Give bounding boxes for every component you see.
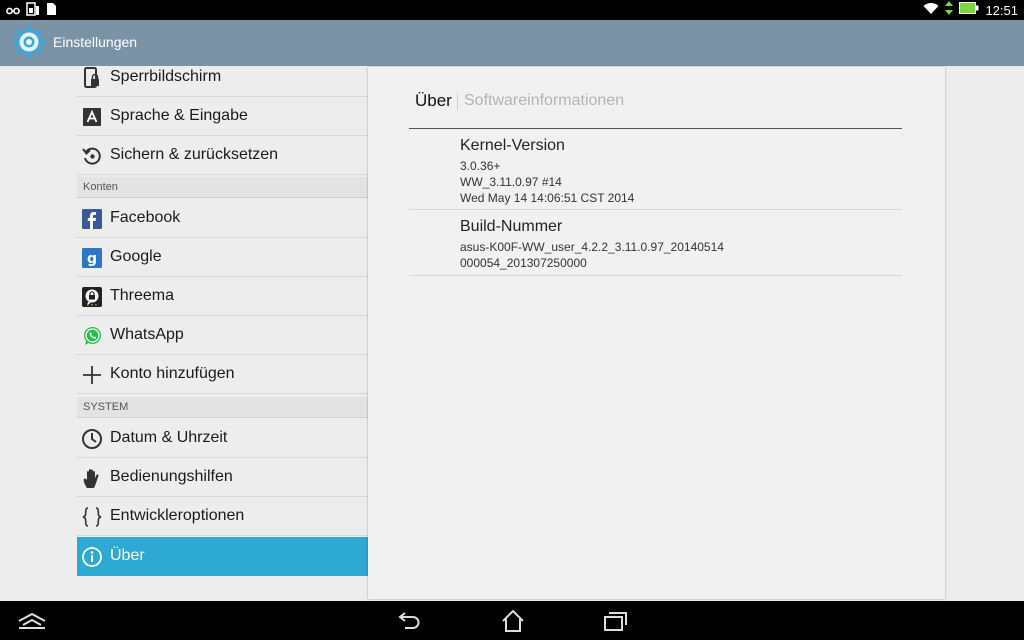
item-divider — [409, 275, 902, 276]
settings-item-threema[interactable]: Threema — [77, 277, 368, 316]
settings-item-about[interactable]: Über — [77, 537, 368, 576]
kernel-version-line: 3.0.36+ — [460, 159, 501, 173]
menu-up-icon[interactable] — [16, 607, 48, 635]
wifi-icon — [923, 2, 939, 19]
settings-item-label: Über — [110, 547, 145, 564]
settings-list: Sperrbildschirm Sprache & Eingabe Sicher… — [77, 66, 368, 601]
infinity-icon — [6, 1, 20, 20]
kernel-version-line: WW_3.11.0.97 #14 — [460, 175, 562, 189]
file-icon — [46, 1, 57, 20]
facebook-icon — [81, 208, 103, 230]
build-number-line: 000054_201307250000 — [460, 256, 587, 270]
settings-item-label: Sprache & Eingabe — [110, 107, 248, 124]
settings-item-label: Datum & Uhrzeit — [110, 429, 228, 446]
detail-panel: Über Softwareinformationen Kernel-Versio… — [368, 67, 945, 599]
navigation-bar — [0, 601, 1024, 640]
app-title: Einstellungen — [53, 34, 138, 50]
status-bar-left — [6, 1, 57, 20]
whatsapp-icon — [81, 325, 103, 347]
section-header-accounts: Konten — [77, 177, 368, 198]
settings-item-google[interactable]: g Google — [77, 238, 368, 277]
gear-icon[interactable] — [11, 24, 47, 60]
settings-item-label: Sichern & zurücksetzen — [110, 146, 279, 163]
settings-item-label: Facebook — [110, 209, 181, 226]
settings-item-add-account[interactable]: Konto hinzufügen — [77, 355, 368, 394]
language-icon — [81, 106, 103, 128]
settings-item-backup-reset[interactable]: Sichern & zurücksetzen — [77, 136, 368, 175]
svg-text:g: g — [87, 251, 97, 267]
settings-item-label: Google — [110, 248, 162, 265]
settings-item-language[interactable]: Sprache & Eingabe — [77, 97, 368, 136]
section-header-label: SYSTEM — [83, 401, 129, 413]
breadcrumb-separator — [457, 93, 458, 110]
hand-icon — [81, 467, 103, 489]
sim-card-icon — [26, 1, 40, 20]
build-number-title: Build-Nummer — [460, 218, 563, 235]
settings-item-facebook[interactable]: Facebook — [77, 199, 368, 238]
build-number-line: asus-K00F-WW_user_4.2.2_3.11.0.97_201405… — [460, 240, 724, 254]
settings-item-accessibility[interactable]: Bedienungshilfen — [77, 458, 368, 497]
google-icon: g — [81, 247, 103, 269]
data-arrows-icon — [945, 1, 954, 19]
status-clock: 12:51 — [985, 2, 1018, 18]
breadcrumb-current[interactable]: Über — [415, 91, 452, 111]
settings-item-label: Entwickleroptionen — [110, 507, 245, 524]
battery-icon — [959, 2, 979, 18]
recent-apps-icon[interactable] — [600, 607, 630, 635]
braces-icon — [81, 506, 103, 528]
breadcrumb-divider — [409, 128, 902, 129]
kernel-version-item[interactable]: Kernel-Version 3.0.36+ WW_3.11.0.97 #14 … — [409, 137, 902, 210]
settings-item-whatsapp[interactable]: WhatsApp — [77, 316, 368, 355]
threema-icon — [81, 286, 103, 308]
settings-item-label: Sperrbildschirm — [110, 68, 222, 85]
item-divider — [409, 209, 902, 210]
status-bar: 12:51 — [0, 0, 1024, 20]
home-icon[interactable] — [498, 607, 528, 635]
clock-icon — [81, 428, 103, 450]
settings-item-date-time[interactable]: Datum & Uhrzeit — [77, 419, 368, 458]
status-bar-right: 12:51 — [923, 0, 1018, 20]
plus-icon — [81, 364, 103, 386]
backup-reset-icon — [81, 145, 103, 167]
back-icon[interactable] — [395, 607, 425, 635]
settings-item-label: Bedienungshilfen — [110, 468, 233, 485]
section-header-label: Konten — [83, 181, 118, 193]
lock-screen-icon — [81, 67, 103, 89]
info-icon — [81, 546, 103, 568]
kernel-version-title: Kernel-Version — [460, 137, 565, 154]
settings-item-label: WhatsApp — [110, 326, 184, 343]
settings-item-lock-screen[interactable]: Sperrbildschirm — [77, 58, 368, 97]
kernel-version-line: Wed May 14 14:06:51 CST 2014 — [460, 191, 635, 205]
settings-item-label: Konto hinzufügen — [110, 365, 235, 382]
section-header-system: SYSTEM — [77, 397, 368, 418]
settings-item-label: Threema — [110, 287, 175, 304]
breadcrumb-sub-page: Softwareinformationen — [464, 92, 625, 109]
settings-item-developer-options[interactable]: Entwickleroptionen — [77, 497, 368, 536]
build-number-item[interactable]: Build-Nummer asus-K00F-WW_user_4.2.2_3.1… — [409, 218, 902, 278]
